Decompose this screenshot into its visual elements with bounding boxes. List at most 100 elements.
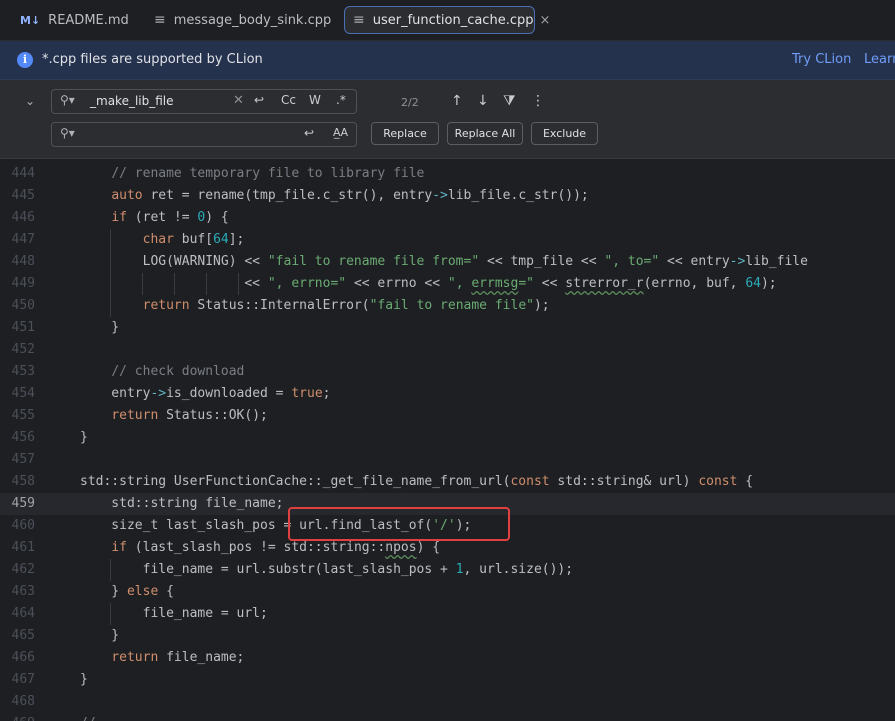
line-number[interactable]: 456: [0, 427, 35, 449]
arrow-down-icon[interactable]: ↓: [477, 93, 489, 109]
code-text[interactable]: }: [80, 625, 119, 647]
line-number[interactable]: 454: [0, 383, 35, 405]
replace-button[interactable]: Replace: [371, 122, 439, 145]
code-line[interactable]: 452: [0, 339, 895, 361]
code-line[interactable]: 465 }: [0, 625, 895, 647]
line-number[interactable]: 455: [0, 405, 35, 427]
replace-all-button[interactable]: Replace All: [447, 122, 523, 145]
code-text[interactable]: }: [80, 427, 88, 449]
new-line-icon[interactable]: ↩: [304, 126, 314, 140]
line-number[interactable]: 463: [0, 581, 35, 603]
code-line[interactable]: 462 file_name = url.substr(last_slash_po…: [0, 559, 895, 581]
arrow-up-icon[interactable]: ↑: [451, 93, 463, 109]
code-editor[interactable]: 444 // rename temporary file to library …: [0, 159, 895, 721]
line-number[interactable]: 444: [0, 163, 35, 185]
code-line[interactable]: 469 // ...: [0, 713, 895, 721]
search-icon[interactable]: ⚲▾: [60, 126, 75, 140]
search-field[interactable]: ⚲▾ _make_lib_file ✕ ↩ Cc W .*: [51, 89, 357, 114]
code-text[interactable]: std::string file_name;: [80, 493, 283, 515]
close-icon[interactable]: ×: [539, 13, 550, 28]
code-text[interactable]: file_name = url.substr(last_slash_pos + …: [80, 559, 573, 581]
exclude-button[interactable]: Exclude: [531, 122, 598, 145]
code-line[interactable]: 467}: [0, 669, 895, 691]
regex-toggle[interactable]: .*: [336, 93, 346, 107]
code-line[interactable]: 448 LOG(WARNING) << "fail to rename file…: [0, 251, 895, 273]
search-input[interactable]: _make_lib_file: [90, 94, 174, 108]
code-text[interactable]: // ...: [80, 713, 127, 721]
code-line[interactable]: 451 }: [0, 317, 895, 339]
line-number[interactable]: 461: [0, 537, 35, 559]
code-text[interactable]: return Status::InternalError("fail to re…: [80, 295, 550, 317]
line-number[interactable]: 448: [0, 251, 35, 273]
code-text[interactable]: LOG(WARNING) << "fail to rename file fro…: [80, 251, 808, 273]
code-line[interactable]: 455 return Status::OK();: [0, 405, 895, 427]
code-text[interactable]: } else {: [80, 581, 174, 603]
code-text[interactable]: file_name = url;: [80, 603, 268, 625]
code-line[interactable]: 449 << ", errno=" << errno << ", errmsg=…: [0, 273, 895, 295]
filter-icon[interactable]: ⧩: [503, 93, 516, 109]
line-number[interactable]: 453: [0, 361, 35, 383]
code-line[interactable]: 466 return file_name;: [0, 647, 895, 669]
replace-field[interactable]: ⚲▾ ↩ A̲A: [51, 122, 357, 147]
code-line[interactable]: 464 file_name = url;: [0, 603, 895, 625]
code-text[interactable]: << ", errno=" << errno << ", errmsg=" <<…: [80, 273, 776, 295]
code-line[interactable]: 456}: [0, 427, 895, 449]
line-number[interactable]: 466: [0, 647, 35, 669]
code-line[interactable]: 450 return Status::InternalError("fail t…: [0, 295, 895, 317]
code-line[interactable]: 444 // rename temporary file to library …: [0, 163, 895, 185]
indent-guide: [238, 273, 239, 295]
line-number[interactable]: 452: [0, 339, 35, 361]
learn-link[interactable]: Learn: [864, 52, 895, 67]
line-number[interactable]: 460: [0, 515, 35, 537]
code-text[interactable]: return Status::OK();: [80, 405, 268, 427]
search-icon[interactable]: ⚲▾: [60, 93, 75, 107]
chevron-down-icon[interactable]: ⌄: [25, 94, 35, 108]
code-text[interactable]: // check download: [80, 361, 244, 383]
line-number[interactable]: 458: [0, 471, 35, 493]
code-text[interactable]: // rename temporary file to library file: [80, 163, 424, 185]
code-text[interactable]: char buf[64];: [80, 229, 245, 251]
line-number[interactable]: 469: [0, 713, 35, 721]
indent-guide: [142, 273, 143, 295]
line-number[interactable]: 468: [0, 691, 35, 713]
line-number[interactable]: 446: [0, 207, 35, 229]
line-number[interactable]: 451: [0, 317, 35, 339]
line-number[interactable]: 447: [0, 229, 35, 251]
new-line-icon[interactable]: ↩: [254, 93, 264, 107]
line-number[interactable]: 459: [0, 493, 35, 515]
code-line[interactable]: 458 std::string UserFunctionCache::_get_f…: [0, 471, 895, 493]
code-line[interactable]: 446 if (ret != 0) {: [0, 207, 895, 229]
line-number[interactable]: 445: [0, 185, 35, 207]
line-number[interactable]: 450: [0, 295, 35, 317]
code-text[interactable]: return file_name;: [80, 647, 244, 669]
clear-icon[interactable]: ✕: [233, 93, 244, 108]
try-clion-link[interactable]: Try CLion: [792, 52, 851, 67]
code-line[interactable]: 463 } else {: [0, 581, 895, 603]
code-text[interactable]: std::string UserFunctionCache::_get_file…: [80, 471, 753, 493]
line-number[interactable]: 449: [0, 273, 35, 295]
tab-message-body-sink[interactable]: ≡ message_body_sink.cpp: [154, 6, 331, 34]
code-line[interactable]: 445 auto ret = rename(tmp_file.c_str(), …: [0, 185, 895, 207]
line-number[interactable]: 462: [0, 559, 35, 581]
code-text[interactable]: }: [80, 317, 119, 339]
code-line[interactable]: 468: [0, 691, 895, 713]
line-number[interactable]: 465: [0, 625, 35, 647]
code-line[interactable]: 457: [0, 449, 895, 471]
code-line[interactable]: 453 // check download: [0, 361, 895, 383]
line-number[interactable]: 457: [0, 449, 35, 471]
tab-readme[interactable]: M↓ README.md: [20, 6, 129, 34]
whole-words-toggle[interactable]: W: [309, 93, 321, 107]
tab-user-function-cache[interactable]: ≡ user_function_cache.cpp ×: [344, 6, 550, 34]
line-number[interactable]: 464: [0, 603, 35, 625]
code-text[interactable]: auto ret = rename(tmp_file.c_str(), entr…: [80, 185, 588, 207]
code-text[interactable]: entry->is_downloaded = true;: [80, 383, 330, 405]
code-line[interactable]: 447 char buf[64];: [0, 229, 895, 251]
code-line[interactable]: 454 entry->is_downloaded = true;: [0, 383, 895, 405]
preserve-case-icon[interactable]: A̲A: [333, 126, 348, 139]
match-case-toggle[interactable]: Cc: [281, 93, 296, 107]
code-text[interactable]: if (ret != 0) {: [80, 207, 228, 229]
line-number[interactable]: 467: [0, 669, 35, 691]
code-text[interactable]: }: [80, 669, 88, 691]
indent-guide: [110, 273, 111, 295]
more-icon[interactable]: ⋮: [531, 93, 545, 109]
